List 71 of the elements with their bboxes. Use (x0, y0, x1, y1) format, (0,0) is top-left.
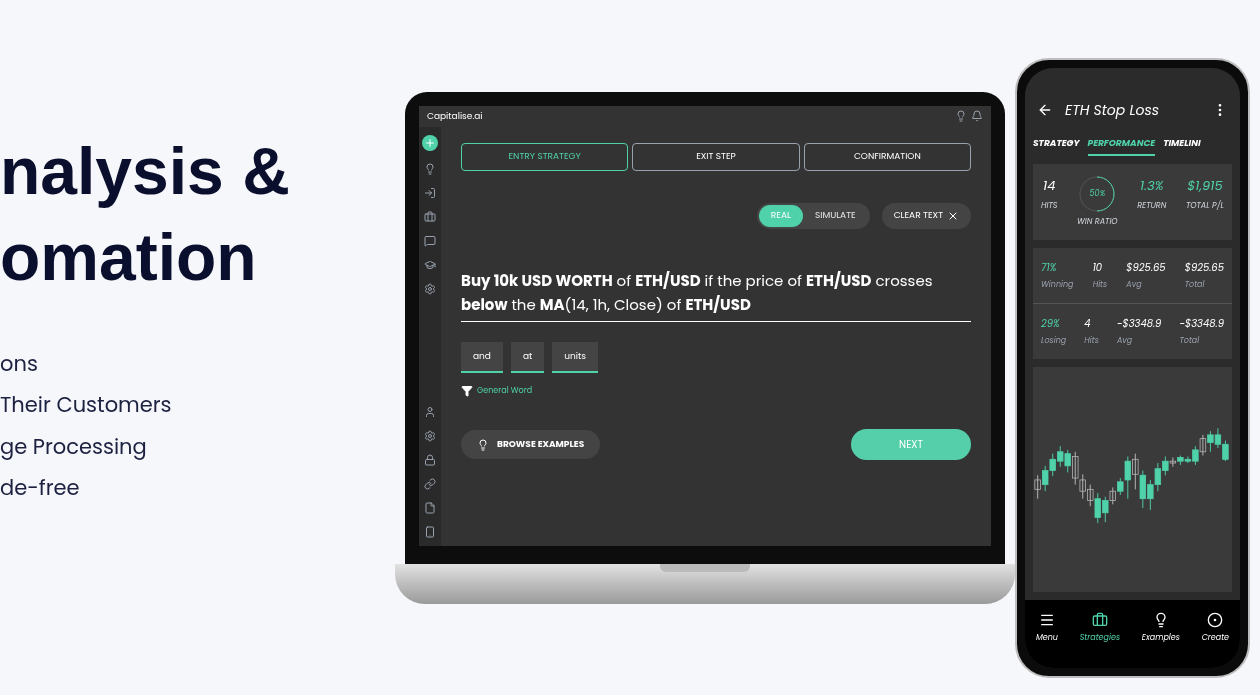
browse-examples-button[interactable]: BROWSE EXAMPLES (461, 429, 601, 460)
feature-text: ons (0, 347, 38, 379)
stat-label: Total (1179, 335, 1201, 347)
phone-title: ETH Stop Loss (1065, 99, 1161, 121)
hero-heading: nalysis & (0, 132, 291, 210)
sidebar-icon[interactable] (424, 211, 436, 223)
nav-item[interactable]: Menu (1035, 611, 1058, 644)
sidebar-icon[interactable] (424, 259, 436, 271)
stat-label: Hits (1084, 335, 1099, 347)
stat-value: -$3348.9 (1179, 316, 1224, 331)
stat-value: 1.3% (1140, 176, 1164, 196)
phone-tab[interactable]: STRATEGY (1033, 132, 1080, 156)
stat-value: $925.65 (1126, 260, 1166, 275)
add-button[interactable] (422, 135, 438, 151)
stat-label: Avg (1126, 279, 1143, 291)
sidebar-icon[interactable] (424, 453, 436, 466)
nav-icon (1091, 611, 1108, 628)
step-tab[interactable]: CONFIRMATION (803, 143, 971, 171)
stat-label: Avg (1116, 335, 1134, 347)
stat-label: RETURN (1137, 199, 1167, 212)
feature-text: Their Customers (0, 389, 172, 421)
sidebar-icon[interactable] (424, 235, 436, 247)
sidebar-icon[interactable] (424, 477, 436, 490)
filter-icon (461, 385, 473, 397)
stat-label: WIN RATIO (1077, 216, 1118, 228)
strategy-input[interactable]: Buy 10k USD WORTH of ETH/USD if the price of ETH/USD crosses below the MA(14, 1h, Close) of ETH/USD (461, 268, 971, 322)
feature-text: de-free (0, 472, 80, 504)
feature-text: ge Processing (0, 430, 147, 462)
stat-value: 29% (1041, 316, 1061, 331)
stat-label: Hits (1092, 279, 1108, 291)
lightbulb-icon[interactable] (955, 110, 967, 123)
suggestion-chip[interactable]: at (510, 341, 545, 373)
nav-item[interactable]: Create (1201, 611, 1230, 644)
stat-label: HITS (1041, 199, 1058, 212)
back-icon[interactable] (1037, 102, 1053, 118)
stat-value: 10 (1092, 260, 1104, 275)
plus-icon (424, 137, 436, 149)
lightbulb-icon (477, 438, 489, 451)
mode-toggle-option[interactable]: SIMULATE (802, 205, 868, 227)
stat-value: 4 (1084, 316, 1092, 331)
nav-icon (1207, 611, 1224, 628)
sidebar-icon[interactable] (424, 405, 436, 418)
sidebar-icon[interactable] (424, 429, 436, 442)
stat-label: Total (1184, 279, 1206, 291)
stat-value: -$3348.9 (1116, 316, 1162, 331)
app-name: Capitalise.ai (427, 109, 483, 123)
step-tab[interactable]: EXIT STEP (632, 143, 800, 171)
bell-icon[interactable] (971, 110, 983, 123)
stat-value: 14 (1043, 176, 1056, 196)
sidebar-icon[interactable] (424, 501, 436, 514)
stat-value: 71% (1041, 260, 1058, 275)
win-ratio-gauge: 50% (1079, 176, 1116, 212)
phone-tab[interactable]: TIMELINI (1163, 132, 1201, 156)
sidebar-icon[interactable] (424, 187, 436, 199)
nav-item[interactable]: Examples (1141, 611, 1180, 644)
nav-item[interactable]: Strategies (1079, 611, 1121, 644)
stat-label: Losing (1041, 335, 1067, 347)
suggestion-chip[interactable]: and (461, 341, 503, 373)
hero-heading: omation (0, 218, 258, 296)
sidebar-icon[interactable] (424, 525, 436, 538)
filter-label[interactable]: General Word (477, 385, 533, 397)
suggestion-chip[interactable]: units (552, 341, 599, 373)
phone-tab[interactable]: PERFORMANCE (1087, 132, 1156, 156)
sidebar-icon[interactable] (424, 283, 436, 295)
stat-label: TOTAL P/L (1185, 199, 1224, 212)
stat-value: $925.65 (1184, 260, 1224, 275)
stat-value: $1,915 (1187, 176, 1223, 196)
sidebar-icon[interactable] (424, 163, 436, 175)
clear-text-button[interactable]: CLEAR TEXT (881, 203, 971, 229)
stat-label: Winning (1041, 279, 1074, 291)
step-tab[interactable]: ENTRY STRATEGY (461, 143, 629, 171)
